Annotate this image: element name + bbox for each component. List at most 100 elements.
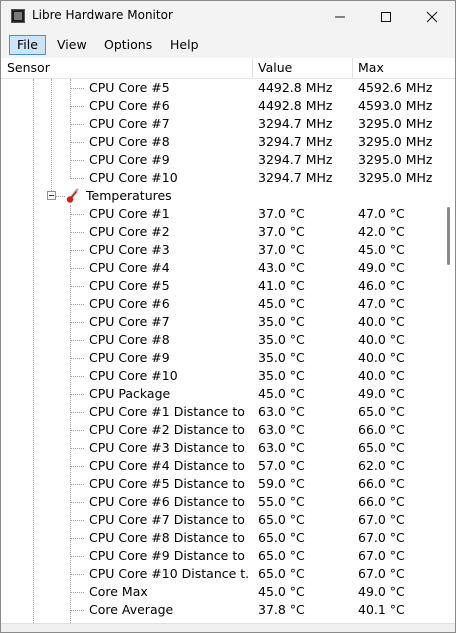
scrollbar-thumb[interactable] bbox=[447, 207, 450, 265]
vertical-scrollbar[interactable] bbox=[442, 79, 455, 623]
sensor-name: CPU Core #3 bbox=[89, 242, 170, 257]
sensor-row[interactable]: CPU Package 45.0 °C 49.0 °C bbox=[1, 385, 441, 403]
menu-bar: File View Options Help bbox=[1, 32, 455, 58]
sensor-max: 40.0 °C bbox=[358, 368, 405, 383]
sensor-name: CPU Core #7 Distance to ... bbox=[89, 512, 249, 527]
sensor-value: 37.8 °C bbox=[258, 602, 305, 617]
sensor-max: 40.0 °C bbox=[358, 332, 405, 347]
sensor-max: 45.0 °C bbox=[358, 242, 405, 257]
sensor-row[interactable]: CPU Core #4 43.0 °C 49.0 °C bbox=[1, 259, 441, 277]
sensor-max: 42.0 °C bbox=[358, 224, 405, 239]
sensor-max: 40.0 °C bbox=[358, 314, 405, 329]
sensor-value: 37.0 °C bbox=[258, 206, 305, 221]
sensor-max: 4592.6 MHz bbox=[358, 80, 433, 95]
sensor-name: CPU Core #4 bbox=[89, 260, 170, 275]
column-value[interactable]: Value bbox=[258, 58, 292, 78]
sensor-value: 4492.8 MHz bbox=[258, 80, 333, 95]
sensor-value: 65.0 °C bbox=[258, 512, 305, 527]
sensor-row[interactable]: CPU Core #9 35.0 °C 40.0 °C bbox=[1, 349, 441, 367]
column-max[interactable]: Max bbox=[358, 58, 384, 78]
sensor-row[interactable]: Core Average 37.8 °C 40.1 °C bbox=[1, 601, 441, 619]
sensor-name: CPU Core #8 bbox=[89, 134, 170, 149]
sensor-row[interactable]: Core Max 45.0 °C 49.0 °C bbox=[1, 583, 441, 601]
title-bar[interactable]: Libre Hardware Monitor bbox=[1, 1, 455, 32]
app-icon bbox=[11, 9, 25, 23]
sensor-name: CPU Core #5 bbox=[89, 278, 170, 293]
sensor-name: CPU Core #2 Distance to ... bbox=[89, 422, 249, 437]
sensor-max: 49.0 °C bbox=[358, 386, 405, 401]
sensor-name: CPU Core #4 Distance to ... bbox=[89, 458, 249, 473]
sensor-row[interactable]: CPU Core #2 Distance to ... 63.0 °C 66.0 °… bbox=[1, 421, 441, 439]
window-title: Libre Hardware Monitor bbox=[32, 8, 173, 22]
menu-view[interactable]: View bbox=[50, 35, 94, 55]
sensor-row[interactable]: CPU Core #9 3294.7 MHz 3295.0 MHz bbox=[1, 151, 441, 169]
collapse-toggle[interactable] bbox=[47, 191, 56, 200]
sensor-value: 65.0 °C bbox=[258, 566, 305, 581]
sensor-row[interactable]: CPU Core #10 3294.7 MHz 3295.0 MHz bbox=[1, 169, 441, 187]
sensor-max: 3295.0 MHz bbox=[358, 134, 433, 149]
sensor-row[interactable]: CPU Core #5 4492.8 MHz 4592.6 MHz bbox=[1, 79, 441, 97]
sensor-row[interactable]: CPU Core #1 37.0 °C 47.0 °C bbox=[1, 205, 441, 223]
sensor-row[interactable]: CPU Core #5 Distance to ... 59.0 °C 66.0 °… bbox=[1, 475, 441, 493]
close-button[interactable] bbox=[409, 1, 455, 32]
close-icon bbox=[426, 11, 438, 22]
sensor-name: CPU Core #1 bbox=[89, 206, 170, 221]
sensor-value: 45.0 °C bbox=[258, 296, 305, 311]
sensor-row[interactable]: CPU Core #9 Distance to ... 65.0 °C 67.0 °… bbox=[1, 547, 441, 565]
sensor-value: 35.0 °C bbox=[258, 332, 305, 347]
group-label: Temperatures bbox=[86, 188, 172, 203]
sensor-value: 3294.7 MHz bbox=[258, 134, 333, 149]
minimize-button[interactable] bbox=[317, 1, 363, 32]
sensor-row[interactable]: CPU Core #7 3294.7 MHz 3295.0 MHz bbox=[1, 115, 441, 133]
sensor-max: 67.0 °C bbox=[358, 566, 405, 581]
sensor-max: 67.0 °C bbox=[358, 548, 405, 563]
sensor-max: 4593.0 MHz bbox=[358, 98, 433, 113]
sensor-row[interactable]: CPU Core #8 3294.7 MHz 3295.0 MHz bbox=[1, 133, 441, 151]
sensor-row[interactable]: CPU Core #4 Distance to ... 57.0 °C 62.0 °… bbox=[1, 457, 441, 475]
sensor-row[interactable]: CPU Core #2 37.0 °C 42.0 °C bbox=[1, 223, 441, 241]
menu-help[interactable]: Help bbox=[163, 35, 206, 55]
sensor-name: CPU Core #1 Distance to ... bbox=[89, 404, 249, 419]
sensor-name: CPU Core #8 bbox=[89, 332, 170, 347]
sensor-row[interactable]: CPU Core #10 Distance t... 65.0 °C 67.0 °C bbox=[1, 565, 441, 583]
menu-options[interactable]: Options bbox=[97, 35, 159, 55]
sensor-row[interactable]: CPU Core #10 35.0 °C 40.0 °C bbox=[1, 367, 441, 385]
sensor-row[interactable]: CPU Core #7 Distance to ... 65.0 °C 67.0 °… bbox=[1, 511, 441, 529]
sensor-row[interactable]: CPU Core #6 Distance to ... 55.0 °C 66.0 °… bbox=[1, 493, 441, 511]
sensor-name: CPU Core #6 Distance to ... bbox=[89, 494, 249, 509]
sensor-name: CPU Package bbox=[89, 386, 171, 401]
sensor-max: 47.0 °C bbox=[358, 206, 405, 221]
sensor-name: CPU Core #9 bbox=[89, 152, 170, 167]
sensor-row[interactable]: CPU Core #5 41.0 °C 46.0 °C bbox=[1, 277, 441, 295]
sensor-tree[interactable]: CPU Core #5 4492.8 MHz 4592.6 MHz CPU Core … bbox=[1, 79, 455, 623]
sensor-value: 4492.8 MHz bbox=[258, 98, 333, 113]
sensor-row[interactable]: CPU Core #7 35.0 °C 40.0 °C bbox=[1, 313, 441, 331]
sensor-max: 49.0 °C bbox=[358, 260, 405, 275]
app-window: Libre Hardware Monitor File View Options… bbox=[0, 0, 456, 633]
maximize-button[interactable] bbox=[363, 1, 409, 32]
sensor-name: CPU Core #7 bbox=[89, 116, 170, 131]
sensor-name: CPU Core #8 Distance to ... bbox=[89, 530, 249, 545]
sensor-row[interactable]: CPU Core #3 37.0 °C 45.0 °C bbox=[1, 241, 441, 259]
sensor-row[interactable]: CPU Core #6 45.0 °C 47.0 °C bbox=[1, 295, 441, 313]
sensor-name: CPU Core #9 Distance to ... bbox=[89, 548, 249, 563]
minimize-icon bbox=[335, 16, 345, 17]
sensor-row[interactable]: CPU Core #8 Distance to ... 65.0 °C 67.0 °… bbox=[1, 529, 441, 547]
sensor-name: CPU Core #6 bbox=[89, 296, 170, 311]
sensor-value: 45.0 °C bbox=[258, 386, 305, 401]
sensor-value: 35.0 °C bbox=[258, 368, 305, 383]
sensor-value: 65.0 °C bbox=[258, 548, 305, 563]
sensor-value: 57.0 °C bbox=[258, 458, 305, 473]
sensor-row[interactable]: CPU Core #1 Distance to ... 63.0 °C 65.0 °… bbox=[1, 403, 441, 421]
sensor-name: CPU Core #5 Distance to ... bbox=[89, 476, 249, 491]
sensor-row[interactable]: CPU Core #3 Distance to ... 63.0 °C 65.0 °… bbox=[1, 439, 441, 457]
sensor-row[interactable]: CPU Core #6 4492.8 MHz 4593.0 MHz bbox=[1, 97, 441, 115]
sensor-value: 41.0 °C bbox=[258, 278, 305, 293]
menu-file[interactable]: File bbox=[9, 35, 46, 55]
sensor-row[interactable]: CPU Core #8 35.0 °C 40.0 °C bbox=[1, 331, 441, 349]
sensor-name: CPU Core #3 Distance to ... bbox=[89, 440, 249, 455]
column-sensor[interactable]: Sensor bbox=[7, 58, 50, 78]
sensor-value: 63.0 °C bbox=[258, 422, 305, 437]
sensor-max: 67.0 °C bbox=[358, 530, 405, 545]
sensor-value: 35.0 °C bbox=[258, 350, 305, 365]
